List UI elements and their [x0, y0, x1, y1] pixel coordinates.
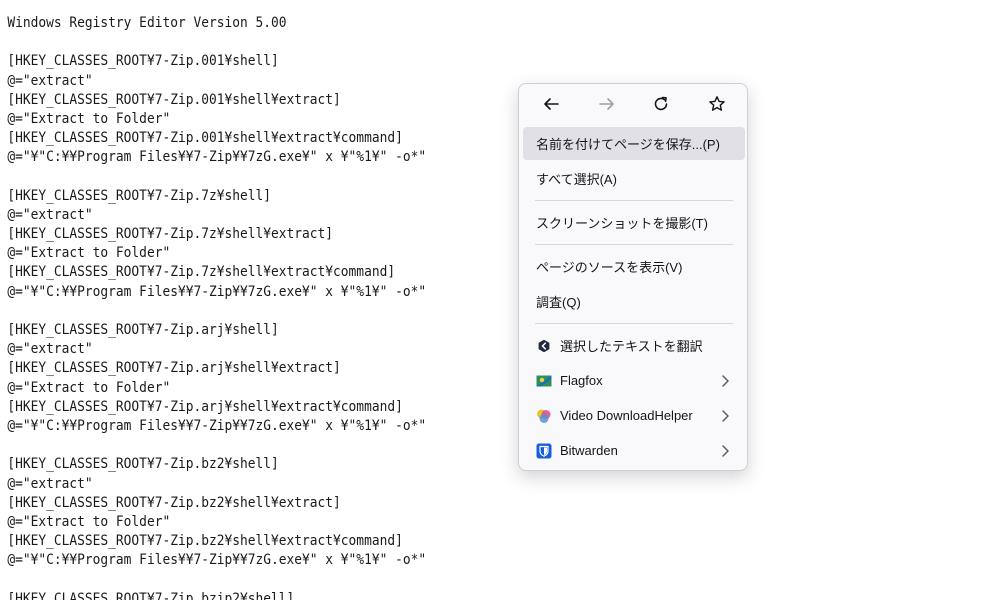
bitwarden-label: Bitwarden — [560, 443, 618, 458]
chevron-right-icon — [722, 410, 729, 422]
text-line: [HKEY_CLASSES_ROOT¥7-Zip.bz2¥shell¥extra… — [7, 533, 403, 550]
reload-icon — [654, 96, 668, 111]
text-line — [7, 570, 920, 589]
text-line — [7, 33, 920, 52]
registry-text: Windows Registry Editor Version 5.00 [HKE… — [0, 0, 920, 600]
take-screenshot-item[interactable]: スクリーンショットを撮影(T) — [523, 206, 745, 239]
text-line: @="extract" — [7, 475, 93, 492]
flagfox-icon — [536, 373, 552, 389]
menu-separator — [535, 200, 733, 201]
text-line: @="¥"C:¥¥Program Files¥¥7-Zip¥¥7zG.exe¥"… — [7, 283, 427, 300]
view-source-item[interactable]: ページのソースを表示(V) — [523, 250, 745, 283]
text-line: [HKEY_CLASSES_ROOT¥7-Zip.arj¥shell¥extra… — [7, 360, 341, 377]
translate-selection-item[interactable]: 選択したテキストを翻訳 — [523, 329, 745, 362]
text-line: @="extract" — [7, 341, 93, 358]
context-menu-nav-row — [519, 84, 747, 122]
video-downloadhelper-icon — [536, 408, 552, 424]
text-line: [HKEY_CLASSES_ROOT¥7-Zip.7z¥shell¥extrac… — [7, 226, 334, 243]
text-line: @="¥"C:¥¥Program Files¥¥7-Zip¥¥7zG.exe¥"… — [7, 417, 427, 434]
star-icon — [709, 96, 725, 111]
text-line: Windows Registry Editor Version 5.00 — [7, 15, 287, 31]
arrow-left-icon — [544, 98, 559, 110]
bookmark-button[interactable] — [701, 90, 733, 118]
menu-separator — [535, 244, 733, 245]
text-line: [HKEY_CLASSES_ROOT¥7-Zip.001¥shell¥extra… — [7, 91, 341, 108]
back-button[interactable] — [535, 90, 567, 118]
text-line: @="Extract to Folder" — [7, 110, 171, 127]
inspect-label: 調査(Q) — [536, 295, 581, 310]
text-line: @="Extract to Folder" — [7, 513, 171, 530]
chevron-right-icon — [722, 375, 729, 387]
flagfox-item[interactable]: Flagfox — [523, 364, 745, 397]
text-line: @="extract" — [7, 72, 93, 89]
text-line: [HKEY_CLASSES_ROOT¥7-Zip.arj¥shell¥extra… — [7, 398, 403, 415]
text-line: @="¥"C:¥¥Program Files¥¥7-Zip¥¥7zG.exe¥"… — [7, 149, 427, 166]
text-line: [HKEY_CLASSES_ROOT¥7-Zip.bz2¥shell¥extra… — [7, 494, 341, 511]
registry-file-view: Windows Registry Editor Version 5.00 [HKE… — [0, 0, 1000, 600]
video-downloadhelper-label: Video DownloadHelper — [560, 408, 693, 423]
chevron-right-icon — [722, 445, 729, 457]
save-page-as-label: 名前を付けてページを保存...(P) — [536, 137, 720, 152]
video-downloadhelper-item[interactable]: Video DownloadHelper — [523, 399, 745, 432]
menu-separator — [535, 323, 733, 324]
text-line: @="Extract to Folder" — [7, 379, 171, 396]
text-line: @="extract" — [7, 206, 93, 223]
text-line: [HKEY_CLASSES_ROOT¥7-Zip.bz2¥shell] — [7, 456, 279, 473]
arrow-right-icon — [599, 98, 614, 110]
bitwarden-icon — [536, 443, 552, 459]
text-line: [HKEY_CLASSES_ROOT¥7-Zip.7z¥shell] — [7, 187, 272, 204]
translate-extension-icon — [536, 338, 552, 354]
text-line — [7, 168, 920, 187]
inspect-item[interactable]: 調査(Q) — [523, 285, 745, 318]
select-all-label: すべて選択(A) — [536, 172, 617, 187]
text-line — [7, 436, 920, 455]
text-line: [HKEY_CLASSES_ROOT¥7-Zip.arj¥shell] — [7, 322, 279, 338]
text-line — [7, 302, 920, 321]
take-screenshot-label: スクリーンショットを撮影(T) — [536, 216, 708, 231]
forward-button[interactable] — [591, 90, 623, 118]
bitwarden-item[interactable]: Bitwarden — [523, 434, 745, 467]
text-line: @="Extract to Folder" — [7, 245, 171, 262]
text-line: @="¥"C:¥¥Program Files¥¥7-Zip¥¥7zG.exe¥"… — [7, 552, 427, 569]
flagfox-label: Flagfox — [560, 373, 603, 388]
text-line: [HKEY_CLASSES_ROOT¥7-Zip.001¥shell¥extra… — [7, 130, 403, 147]
view-source-label: ページのソースを表示(V) — [536, 260, 683, 275]
text-line: [HKEY_CLASSES_ROOT¥7-Zip.001¥shell] — [7, 53, 279, 70]
translate-selection-label: 選択したテキストを翻訳 — [560, 339, 703, 354]
save-page-as-item[interactable]: 名前を付けてページを保存...(P) — [523, 127, 745, 160]
text-line: [HKEY_CLASSES_ROOT¥7-Zip.7z¥shell¥extrac… — [7, 264, 396, 281]
context-menu: 名前を付けてページを保存...(P) すべて選択(A) スクリーンショットを撮影… — [518, 83, 748, 471]
select-all-item[interactable]: すべて選択(A) — [523, 162, 745, 195]
text-line: [HKEY_CLASSES_ROOT¥7-Zip.bzip2¥shell] — [7, 590, 295, 600]
reload-button[interactable] — [645, 90, 677, 118]
